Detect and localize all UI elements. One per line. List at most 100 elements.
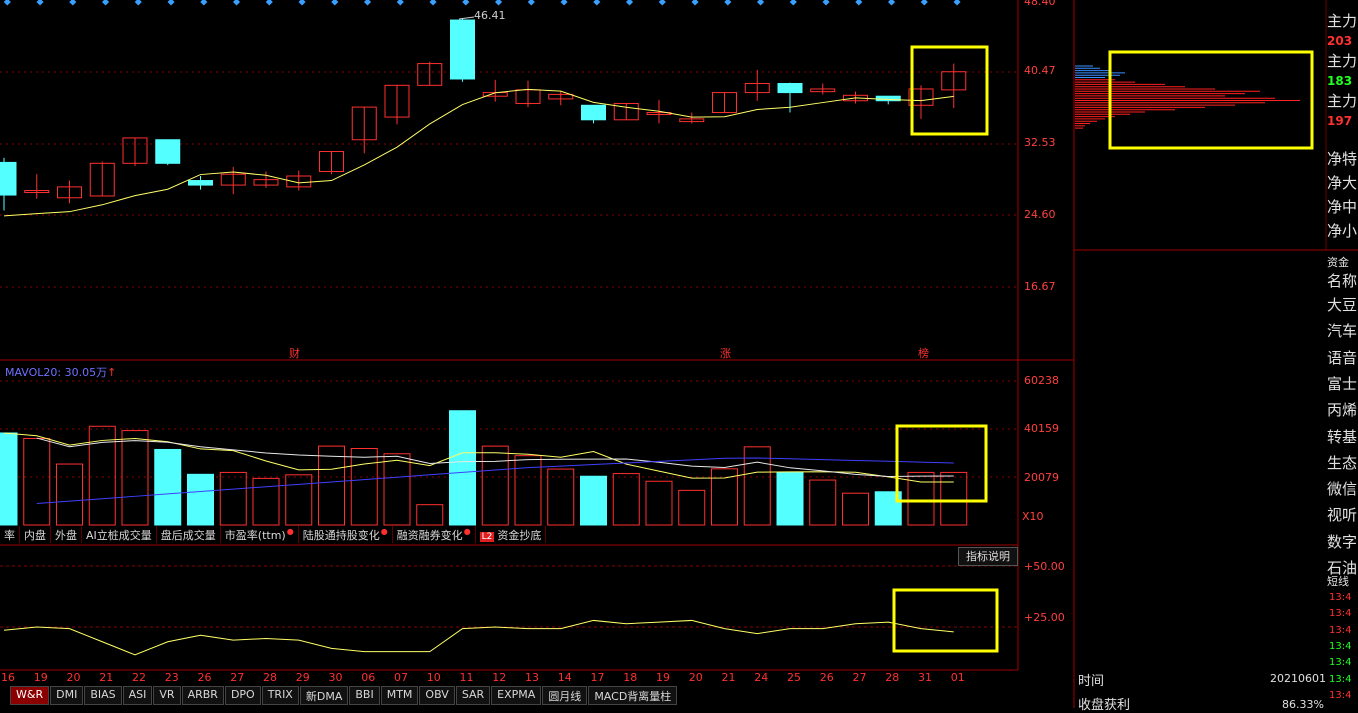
date-label: 19 (34, 671, 48, 684)
wr-tick: +50.00 (1024, 560, 1065, 573)
tab-pe-ttm[interactable]: 市盈率(ttm)● (221, 526, 299, 543)
volume-bar (481, 445, 509, 526)
net-row: 净大 (1327, 174, 1358, 192)
sector-name[interactable]: 视听 (1327, 504, 1358, 525)
date-label: 10 (427, 671, 441, 684)
volume-bar (809, 479, 837, 526)
event-marker-earnings[interactable]: 财 (289, 345, 300, 361)
sector-name[interactable]: 汽车 (1327, 320, 1358, 341)
tab-after-hours-volume[interactable]: 盘后成交量 (157, 526, 221, 543)
volume-bar (580, 475, 607, 526)
main-force-row: 主力 (1327, 12, 1358, 30)
sector-name[interactable]: 转基 (1327, 426, 1358, 447)
short-term-time: 13:4 (1329, 657, 1352, 669)
top-marker-diamond (167, 0, 175, 6)
indicator-tab[interactable]: MACD背离量柱 (588, 686, 678, 705)
date-label: 27 (853, 671, 867, 684)
price-tick: 32.53 (1024, 136, 1056, 149)
volume-bar (187, 473, 214, 526)
sector-name[interactable]: 语音 (1327, 347, 1358, 368)
indicator-tab[interactable]: SAR (455, 686, 491, 705)
indicator-tab[interactable]: 新DMA (299, 686, 349, 705)
sector-name[interactable]: 大豆 (1327, 294, 1358, 315)
date-label: 20 (67, 671, 81, 684)
indicator-tab[interactable]: OBV (419, 686, 455, 705)
date-label: 26 (820, 671, 834, 684)
volume-tick: 20079 (1024, 471, 1059, 484)
short-term-time: 13:4 (1329, 624, 1352, 636)
net-row: 净小 (1327, 222, 1358, 240)
sector-name[interactable]: 微信 (1327, 478, 1358, 499)
indicator-tab[interactable]: BBI (349, 686, 380, 705)
tab-fund-bottom[interactable]: L2 资金抄底 (476, 526, 547, 543)
stock-chart[interactable]: 16 19 20 21 22 23 26 27 28 29 30 06 07 10 11 12 13 14 17 18… (0, 0, 1358, 708)
sector-name[interactable]: 丙烯 (1327, 399, 1358, 420)
top-marker-diamond (36, 0, 44, 6)
volume-bar (56, 463, 83, 526)
price-ma-line (3, 88, 954, 217)
short-term-time: 13:4 (1329, 689, 1352, 701)
sector-name[interactable]: 数字 (1327, 531, 1358, 552)
indicator-tab[interactable]: W&R (10, 686, 50, 705)
event-marker-limit-up[interactable]: 涨 (720, 345, 731, 361)
price-tick: 48.40 (1024, 0, 1056, 8)
indicator-tab[interactable]: VR (153, 686, 181, 705)
date-label: 14 (558, 671, 572, 684)
indicator-tab[interactable]: ARBR (181, 686, 224, 705)
time-value: 20210601 (1270, 672, 1326, 685)
tab-outer-volume[interactable]: 外盘 (51, 526, 82, 543)
short-term-time: 13:4 (1329, 592, 1352, 603)
volume-bar (842, 492, 869, 526)
volume-ma5-line (3, 432, 954, 483)
wr-line (3, 619, 954, 656)
tab-inner-volume[interactable]: 内盘 (20, 526, 51, 543)
indicator-tab[interactable]: ASI (122, 686, 153, 705)
event-marker-list[interactable]: 榜 (918, 345, 929, 361)
fund-header: 资金 (1327, 256, 1349, 269)
volume-bar (0, 432, 18, 526)
tab-ai-volume[interactable]: AI立桩成交量 (82, 526, 157, 543)
indicator-tab[interactable]: BIAS (84, 686, 122, 705)
volume-bar (219, 471, 247, 526)
volume-bar (350, 448, 378, 526)
indicator-help-button[interactable]: 指标说明 (958, 547, 1018, 566)
highlight-box (910, 45, 989, 136)
volume-bar (252, 477, 280, 526)
volume-tick: 60238 (1024, 374, 1059, 387)
sector-name[interactable]: 富士 (1327, 373, 1358, 394)
volume-bar (121, 430, 149, 526)
top-marker-diamond (560, 0, 568, 6)
volume-bar (645, 480, 673, 526)
tab-northbound-holding[interactable]: 陆股通持股变化● (299, 526, 393, 543)
indicator-tab[interactable]: MTM (380, 686, 419, 705)
top-marker-diamond (658, 0, 666, 6)
indicator-tab[interactable]: DPO (224, 686, 261, 705)
date-label: 27 (230, 671, 244, 684)
main-force-row: 主力 (1327, 52, 1358, 70)
tab-turnover[interactable]: 率 (0, 526, 20, 543)
top-marker-diamond (233, 0, 241, 6)
top-marker-diamond (364, 0, 372, 6)
sector-name[interactable]: 生态 (1327, 452, 1358, 473)
date-label: 24 (754, 671, 768, 684)
top-marker-diamond (396, 0, 404, 6)
volume-bar (514, 455, 542, 526)
date-label: 18 (623, 671, 637, 684)
indicator-tab[interactable]: TRIX (261, 686, 299, 705)
indicator-tab[interactable]: 圆月线 (542, 686, 588, 705)
indicator-tab[interactable]: EXPMA (491, 686, 542, 705)
date-label: 19 (656, 671, 670, 684)
volume-bar (285, 474, 313, 526)
mavol-value: MAVOL20: 30.05万 (5, 366, 108, 379)
date-label: 07 (394, 671, 408, 684)
main-force-row: 197 (1327, 114, 1353, 128)
short-term-time: 13:4 (1329, 640, 1352, 652)
short-term-time: 13:4 (1329, 608, 1352, 620)
volume-bar (318, 445, 345, 526)
top-marker-diamond (495, 0, 503, 6)
top-marker-diamond (691, 0, 699, 6)
main-force-row: 203 (1327, 34, 1353, 48)
indicator-tab[interactable]: DMI (50, 686, 84, 705)
date-label: 12 (492, 671, 506, 684)
tab-margin-change[interactable]: 融资融券变化● (393, 526, 476, 543)
